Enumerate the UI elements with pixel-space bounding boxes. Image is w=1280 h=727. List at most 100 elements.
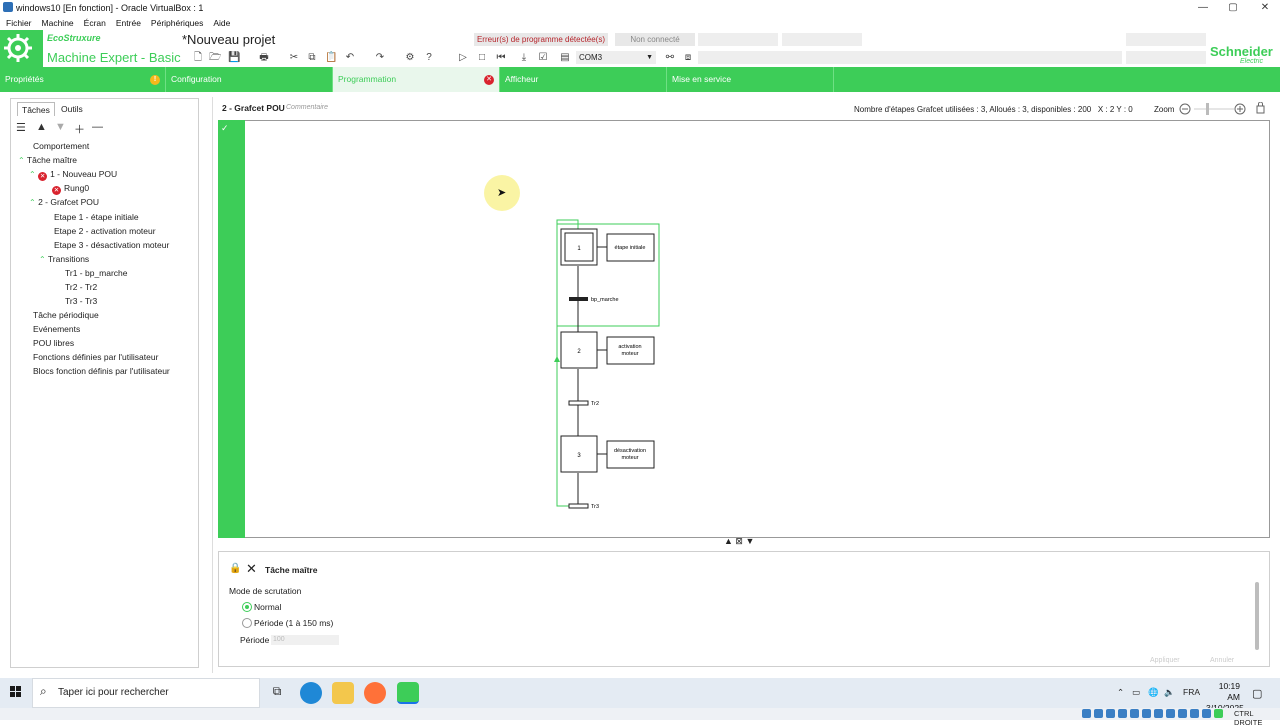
tree-item-tr3[interactable]: Tr3 - Tr3 xyxy=(65,296,97,306)
lock-icon[interactable]: 🔒 xyxy=(229,563,241,574)
list-view-icon[interactable]: ☰ xyxy=(16,121,26,134)
tab-taches[interactable]: Tâches xyxy=(17,102,55,116)
new-file-icon[interactable]: 🗋 xyxy=(192,52,204,64)
menu-peripheriques[interactable]: Périphériques xyxy=(151,18,203,28)
globe-icon[interactable]: 🌐 xyxy=(1148,687,1159,698)
grafcet-editor-canvas[interactable] xyxy=(218,120,1270,538)
radio-normal[interactable] xyxy=(242,602,252,612)
add-icon[interactable]: ＋ xyxy=(74,121,85,137)
grafcet-transition-1[interactable]: bp_marche xyxy=(569,297,619,303)
grafcet-step-1[interactable]: 1 étape initiale xyxy=(560,228,655,266)
link-icon[interactable]: ⧈ xyxy=(682,52,694,64)
tree-item-nouveau-pou[interactable]: ⌃ ✕ 1 - Nouveau POU xyxy=(29,169,117,181)
grafcet-diagram[interactable]: 1 étape initiale bp_marche 2 activation m… xyxy=(540,210,680,525)
grafcet-transition-2[interactable]: Tr2 xyxy=(568,400,599,407)
menu-fichier[interactable]: Fichier xyxy=(6,18,32,28)
close-button[interactable]: ✕ xyxy=(1250,0,1280,15)
settings-icon[interactable]: ⚙ xyxy=(404,52,416,64)
tree-item-comportement[interactable]: Comportement xyxy=(33,141,89,151)
cancel-button[interactable]: Annuler xyxy=(1210,657,1234,664)
minimize-button[interactable]: — xyxy=(1188,0,1218,15)
tab-mise-en-service[interactable]: Mise en service xyxy=(667,67,834,92)
tree-item-transitions[interactable]: ⌃ Transitions xyxy=(39,254,89,264)
tree-item-tr1[interactable]: Tr1 - bp_marche xyxy=(65,268,128,278)
tree-item-pou-libres[interactable]: POU libres xyxy=(33,338,74,348)
paste-icon[interactable]: 📋 xyxy=(325,52,337,64)
apply-button[interactable]: Appliquer xyxy=(1150,657,1180,664)
com-port-select[interactable]: COM3 ▼ xyxy=(576,51,656,64)
notification-icon[interactable]: ▢ xyxy=(1252,687,1262,700)
tree-item-etape-1[interactable]: Etape 1 - étape initiale xyxy=(54,212,139,222)
shared-folder-icon[interactable] xyxy=(1142,709,1151,718)
display-icon[interactable] xyxy=(1154,709,1163,718)
connect-icon[interactable]: ⚯ xyxy=(664,52,676,64)
tree-item-tache-maitre[interactable]: ⌃ Tâche maître xyxy=(18,155,77,165)
chevron-up-icon[interactable]: ⌃ xyxy=(1117,687,1124,698)
open-folder-icon[interactable]: 🗁 xyxy=(209,52,221,64)
copy-icon[interactable]: ⧉ xyxy=(306,52,318,64)
windows-start-icon[interactable] xyxy=(10,686,22,698)
network-adapter-icon[interactable] xyxy=(1118,709,1127,718)
firefox-icon[interactable] xyxy=(364,682,386,704)
document-icon[interactable]: ▤ xyxy=(559,52,571,64)
period-input[interactable]: 100 xyxy=(271,635,339,645)
menu-aide[interactable]: Aide xyxy=(213,18,230,28)
help-icon[interactable]: ? xyxy=(423,52,435,64)
tab-afficheur[interactable]: Afficheur xyxy=(500,67,667,92)
maximize-button[interactable]: ▢ xyxy=(1218,0,1248,15)
machine-expert-taskbar-icon[interactable] xyxy=(397,682,419,704)
tree-item-tr2[interactable]: Tr2 - Tr2 xyxy=(65,282,97,292)
grafcet-step-3[interactable]: 3 désactivation moteur xyxy=(560,435,655,473)
panel-splitter[interactable]: ▲ ⊠ ▼ xyxy=(724,536,754,547)
tree-item-fonctions[interactable]: Fonctions définies par l'utilisateur xyxy=(33,352,158,362)
menu-machine[interactable]: Machine xyxy=(42,18,74,28)
checkbox-icon[interactable]: ☑ xyxy=(537,52,549,64)
close-panel-icon[interactable]: ✕ xyxy=(246,561,257,577)
move-down-icon[interactable]: ▼ xyxy=(55,121,66,133)
tree-item-blocs-fonction[interactable]: Blocs fonction définis par l'utilisateur xyxy=(33,366,170,376)
rewind-icon[interactable]: ⏮ xyxy=(495,52,507,64)
task-view-icon[interactable]: ⧉ xyxy=(268,684,286,702)
tree-item-rung0[interactable]: ✕ Rung0 xyxy=(52,183,89,195)
tab-programmation[interactable]: Programmation ✕ xyxy=(333,67,500,92)
cut-icon[interactable]: ✂ xyxy=(288,52,300,64)
tree-item-tache-periodique[interactable]: Tâche périodique xyxy=(33,310,99,320)
save-icon[interactable]: 💾 xyxy=(228,52,240,64)
file-explorer-icon[interactable] xyxy=(332,682,354,704)
menu-ecran[interactable]: Écran xyxy=(84,18,106,28)
tab-proprietes[interactable]: Propriétés ! xyxy=(0,67,166,92)
print-icon[interactable]: 🖶 xyxy=(258,52,270,64)
edge-browser-icon[interactable] xyxy=(300,682,322,704)
redo-icon[interactable]: ↷ xyxy=(374,52,386,64)
tab-configuration[interactable]: Configuration xyxy=(166,67,333,92)
gear-logo-icon[interactable] xyxy=(0,30,43,67)
tree-item-etape-3[interactable]: Etape 3 - désactivation moteur xyxy=(54,240,169,250)
pou-comment-field[interactable]: Commentaire xyxy=(286,104,328,111)
undo-icon[interactable]: ↶ xyxy=(344,52,356,64)
tab-outils[interactable]: Outils xyxy=(57,102,87,116)
optical-drive-icon[interactable] xyxy=(1094,709,1103,718)
panel-scrollbar[interactable] xyxy=(1255,582,1259,650)
grafcet-transition-3[interactable]: Tr3 xyxy=(568,503,599,510)
remove-icon[interactable]: — xyxy=(92,121,103,133)
recording-icon[interactable] xyxy=(1166,709,1175,718)
download-icon[interactable]: ⤓ xyxy=(518,52,530,64)
language-indicator[interactable]: FRA xyxy=(1183,687,1200,697)
move-up-icon[interactable]: ▲ xyxy=(36,121,47,133)
mouse-integration-icon[interactable] xyxy=(1190,709,1199,718)
radio-periode[interactable] xyxy=(242,618,252,628)
cpu-icon[interactable] xyxy=(1202,709,1211,718)
tree-item-grafcet-pou[interactable]: ⌃ 2 - Grafcet POU xyxy=(29,197,99,207)
audio-icon[interactable] xyxy=(1106,709,1115,718)
tree-item-etape-2[interactable]: Etape 2 - activation moteur xyxy=(54,226,156,236)
stop-icon[interactable]: □ xyxy=(476,52,488,64)
keyboard-icon[interactable] xyxy=(1178,709,1187,718)
usb-icon[interactable] xyxy=(1130,709,1139,718)
grafcet-step-2[interactable]: 2 activation moteur xyxy=(560,331,655,369)
tree-item-evenements[interactable]: Evénements xyxy=(33,324,80,334)
guest-additions-icon[interactable] xyxy=(1214,709,1223,718)
network-icon[interactable]: ▭ xyxy=(1132,687,1140,698)
menu-entree[interactable]: Entrée xyxy=(116,18,141,28)
zoom-control[interactable] xyxy=(1178,102,1278,116)
run-icon[interactable]: ▷ xyxy=(457,52,469,64)
